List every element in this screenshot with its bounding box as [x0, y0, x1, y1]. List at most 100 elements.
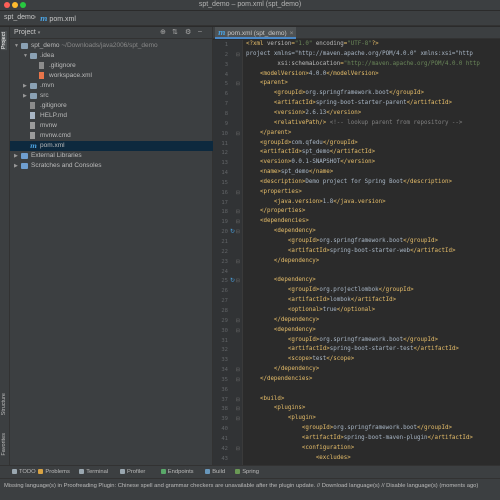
fold-marker-icon[interactable]: ⊟ — [236, 209, 240, 215]
tree-item[interactable]: .gitignore — [10, 61, 213, 71]
fold-marker-icon[interactable]: ⊟ — [236, 416, 240, 422]
project-view-selector[interactable]: Project ▾ — [14, 29, 40, 36]
code-line[interactable]: <dependency> — [246, 327, 316, 333]
code-line[interactable]: </dependency> — [246, 366, 319, 372]
tool-window-spring[interactable]: Spring — [235, 469, 259, 475]
code-line[interactable]: </properties> — [246, 208, 305, 214]
code-line[interactable]: <version>0.0.1-SNAPSHOT</version> — [246, 159, 375, 165]
tree-item[interactable]: ▶ .mvn — [10, 81, 213, 91]
code-editor[interactable]: <?xml version="1.0" encoding="UTF-8"?> pr… — [244, 40, 500, 465]
tool-window-profiler[interactable]: Profiler — [120, 469, 145, 475]
code-line[interactable]: <artifactId>spt_demo</artifactId> — [246, 149, 375, 155]
gear-icon[interactable]: ⚙ — [185, 28, 191, 36]
code-line[interactable]: <relativePath/> <!-- lookup parent from … — [246, 120, 462, 126]
chevron-down-icon[interactable]: ▼ — [14, 41, 19, 51]
tree-item[interactable]: mvnw.cmd — [10, 131, 213, 141]
tree-item[interactable]: ▶ Scratches and Consoles — [10, 161, 213, 171]
tree-item[interactable]: HELP.md — [10, 111, 213, 121]
tree-item[interactable]: m pom.xml — [10, 141, 213, 151]
chevron-right-icon[interactable]: ▶ — [23, 91, 27, 101]
code-line[interactable]: <groupId>org.springframework.boot</group… — [246, 90, 424, 96]
fold-marker-icon[interactable]: ⊟ — [236, 81, 240, 87]
structure-tool-tab[interactable]: Structure — [1, 393, 7, 415]
code-line[interactable]: <name>spt_demo</name> — [246, 169, 333, 175]
chevron-down-icon[interactable]: ▼ — [23, 51, 28, 61]
code-line[interactable]: <groupId>com.qfedu</groupId> — [246, 140, 358, 146]
code-line[interactable]: <java.version>1.8</java.version> — [246, 199, 386, 205]
collapse-all-icon[interactable]: ⇅ — [172, 28, 178, 36]
tree-item[interactable]: workspace.xml — [10, 71, 213, 81]
code-line[interactable]: <groupId>org.projectlombok</groupId> — [246, 287, 414, 293]
editor-gutter[interactable]: 1 2 ⊟ 3 4 5 ⊟ 6 7 8 9 10 ⊟ 11 12 13 14 15 16 ⊟ 17 18 ⊟ 19 ⊟ 20 ⊟ ↻ 2… — [213, 40, 243, 465]
tree-item[interactable]: .gitignore — [10, 101, 213, 111]
code-line[interactable]: </dependencies> — [246, 376, 312, 382]
code-line[interactable]: <version>2.6.13</version> — [246, 110, 361, 116]
code-line[interactable]: <excludes> — [246, 455, 351, 461]
code-line[interactable]: <optional>true</optional> — [246, 307, 375, 313]
tool-window-problems[interactable]: Problems — [38, 469, 70, 475]
breadcrumb-project[interactable]: spt_demo — [4, 14, 35, 21]
tree-item[interactable]: mvnw — [10, 121, 213, 131]
locate-file-icon[interactable]: ⊕ — [160, 28, 166, 36]
close-icon[interactable]: × — [290, 30, 294, 37]
project-tool-tab[interactable]: Project — [1, 31, 7, 51]
code-line[interactable]: <dependency> — [246, 277, 316, 283]
code-line[interactable]: <plugin> — [246, 415, 316, 421]
tool-window-build[interactable]: Build — [205, 469, 225, 475]
code-line[interactable]: <description>Demo project for Spring Boo… — [246, 179, 452, 185]
code-line[interactable]: <artifactId>spring-boot-maven-plugin</ar… — [246, 435, 473, 441]
code-line[interactable]: xsi:schemaLocation="http://maven.apache.… — [246, 61, 479, 67]
tree-item[interactable]: ▶ src — [10, 91, 213, 101]
chevron-right-icon[interactable]: ▶ — [14, 151, 18, 161]
code-line[interactable]: </parent> — [246, 130, 291, 136]
tree-item[interactable]: ▼ .idea — [10, 51, 213, 61]
fold-marker-icon[interactable]: ⊟ — [236, 377, 240, 383]
code-line[interactable]: <configuration> — [246, 445, 354, 451]
tool-window-todo[interactable]: TODO — [12, 469, 36, 475]
code-line[interactable]: <dependencies> — [246, 218, 309, 224]
tree-item[interactable]: ▶ External Libraries — [10, 151, 213, 161]
code-line[interactable]: <scope>test</scope> — [246, 356, 354, 362]
code-line[interactable]: <artifactId>spring-boot-starter-web</art… — [246, 248, 456, 254]
code-line[interactable]: <artifactId>spring-boot-starter-test</ar… — [246, 346, 459, 352]
breadcrumb-file[interactable]: m pom.xml — [40, 14, 76, 23]
code-line[interactable]: <artifactId>spring-boot-starter-parent</… — [246, 100, 452, 106]
tool-window-terminal[interactable]: Terminal — [79, 469, 108, 475]
code-line[interactable]: <plugins> — [246, 405, 305, 411]
fold-marker-icon[interactable]: ⊟ — [236, 131, 240, 137]
code-line[interactable]: project xmlns="http://maven.apache.org/P… — [246, 51, 473, 57]
fold-marker-icon[interactable]: ⊟ — [236, 318, 240, 324]
fold-marker-icon[interactable]: ⊟ — [236, 328, 240, 334]
code-line[interactable]: <groupId>org.springframework.boot</group… — [246, 337, 438, 343]
fold-marker-icon[interactable]: ⊟ — [236, 406, 240, 412]
fold-marker-icon[interactable]: ⊟ — [236, 229, 240, 235]
code-line[interactable]: </dependency> — [246, 258, 319, 264]
code-line[interactable]: <dependency> — [246, 228, 316, 234]
hide-panel-icon[interactable]: – — [198, 28, 202, 35]
dependency-update-icon[interactable]: ↻ — [230, 228, 235, 235]
fold-marker-icon[interactable]: ⊟ — [236, 367, 240, 373]
status-message[interactable]: Missing language(s) in Proofreading Plug… — [4, 483, 478, 489]
code-line[interactable]: <artifactId>lombok</artifactId> — [246, 297, 396, 303]
chevron-right-icon[interactable]: ▶ — [23, 81, 27, 91]
code-line[interactable]: <?xml version="1.0" encoding="UTF-8"?> — [246, 41, 379, 47]
fold-marker-icon[interactable]: ⊟ — [236, 278, 240, 284]
code-line[interactable]: <parent> — [246, 80, 288, 86]
fold-marker-icon[interactable]: ⊟ — [236, 259, 240, 265]
code-line[interactable]: </dependency> — [246, 317, 319, 323]
dependency-update-icon[interactable]: ↻ — [230, 277, 235, 284]
fold-marker-icon[interactable]: ⊟ — [236, 190, 240, 196]
tool-window-endpoints[interactable]: Endpoints — [160, 469, 194, 475]
favorites-tool-tab[interactable]: Favorites — [1, 433, 7, 456]
fold-marker-icon[interactable]: ⊟ — [236, 397, 240, 403]
fold-marker-icon[interactable]: ⊟ — [236, 446, 240, 452]
fold-marker-icon[interactable]: ⊟ — [236, 52, 240, 58]
code-line[interactable]: <groupId>org.springframework.boot</group… — [246, 238, 438, 244]
chevron-right-icon[interactable]: ▶ — [14, 161, 18, 171]
tree-item[interactable]: ▼ spt_demo ~/Downloads/java2006/spt_demo — [10, 41, 213, 51]
code-line[interactable]: <properties> — [246, 189, 302, 195]
code-line[interactable]: <groupId>org.springframework.boot</group… — [246, 425, 452, 431]
code-line[interactable]: <modelVersion>4.0.0</modelVersion> — [246, 71, 379, 77]
fold-marker-icon[interactable]: ⊟ — [236, 219, 240, 225]
tab-pom-xml[interactable]: m pom.xml (spt_demo) × — [215, 27, 297, 39]
